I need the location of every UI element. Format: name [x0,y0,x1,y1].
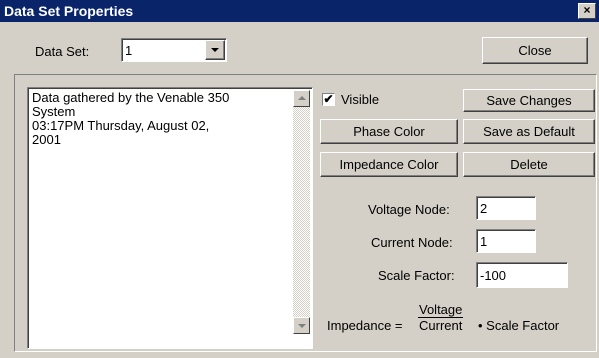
scroll-down-button[interactable] [293,317,310,334]
formula-fraction: Voltage Current [418,302,464,333]
dataset-select-value: 1 [125,43,133,58]
current-node-label: Current Node: [371,235,453,250]
notes-text: Data gathered by the Venable 350 System … [32,90,230,147]
voltage-node-value: 2 [480,201,488,216]
notes-textarea[interactable]: Data gathered by the Venable 350 System … [27,87,313,349]
close-button[interactable]: Close [482,37,588,64]
window-close-icon[interactable]: × [578,3,596,19]
phase-color-button[interactable]: Phase Color [320,119,458,144]
current-node-input[interactable]: 1 [476,229,536,253]
formula-lhs: Impedance = [327,318,403,333]
current-node-value: 1 [480,234,488,249]
chevron-down-icon [211,48,219,52]
window-title: Data Set Properties [4,3,134,19]
save-changes-button[interactable]: Save Changes [463,89,595,112]
visible-checkbox[interactable]: ✔ [322,93,335,106]
formula-rhs: • Scale Factor [478,318,560,333]
dataset-select[interactable]: 1 [121,38,227,62]
formula-denominator: Current [419,318,463,333]
voltage-node-label: Voltage Node: [368,202,450,217]
scale-factor-input[interactable]: -100 [476,262,568,288]
notes-scrollbar[interactable] [293,90,310,334]
delete-button[interactable]: Delete [463,152,595,177]
voltage-node-input[interactable]: 2 [476,196,536,220]
scale-factor-label: Scale Factor: [378,268,455,283]
arrow-down-icon [298,324,306,328]
scale-factor-value: -100 [480,268,507,283]
save-as-default-button[interactable]: Save as Default [463,119,595,144]
impedance-color-button[interactable]: Impedance Color [320,152,458,177]
scroll-up-button[interactable] [293,90,310,107]
formula-numerator: Voltage [418,302,464,318]
dataset-dropdown-button[interactable] [205,40,225,60]
title-bar: Data Set Properties × [0,0,599,22]
arrow-up-icon [298,96,306,100]
visible-label[interactable]: Visible [341,92,379,107]
dataset-label: Data Set: [35,44,90,59]
